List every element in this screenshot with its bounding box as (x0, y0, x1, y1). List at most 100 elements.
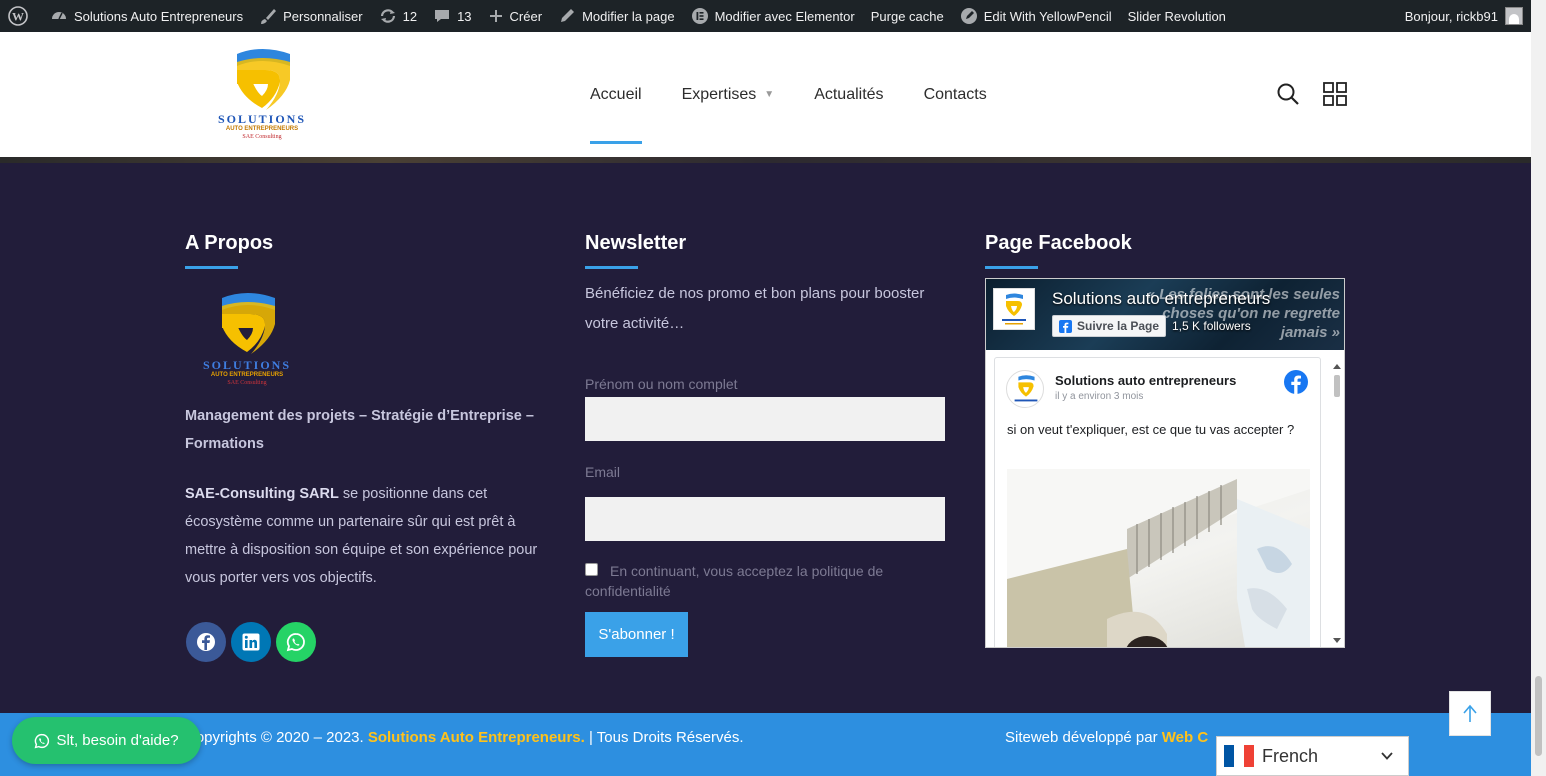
grid-menu-icon[interactable] (1323, 82, 1347, 111)
facebook-post-author[interactable]: Solutions auto entrepreneurs (1055, 373, 1236, 388)
developer-credit: Siteweb développé par Web C (1005, 729, 1208, 746)
whatsapp-chat-label: Slt, besoin d'aide? (56, 732, 179, 749)
copyright-suffix: | Tous Droits Réservés. (584, 729, 744, 746)
site-logo[interactable]: SOLUTIONS AUTO ENTREPRENEURS SAE Consult… (210, 46, 314, 146)
admin-site-name-label: Solutions Auto Entrepreneurs (74, 8, 244, 24)
admin-purge-cache[interactable]: Purge cache (863, 0, 952, 32)
comment-icon (435, 10, 450, 22)
language-selected: French (1262, 745, 1319, 766)
caret-down-icon: ▼ (764, 89, 775, 100)
page-scrollbar[interactable] (1531, 0, 1546, 776)
elementor-icon (691, 8, 708, 24)
facebook-title: Page Facebook (985, 232, 1132, 254)
logo-main-text: SOLUTIONS (217, 112, 307, 126)
facebook-post-text: si on veut t'expliquer, est ce que tu va… (1007, 422, 1295, 437)
shield-logo-icon (1002, 293, 1026, 325)
name-field[interactable] (585, 397, 945, 441)
chevron-down-icon (1381, 752, 1393, 760)
developer-prefix: Siteweb développé par (1005, 729, 1162, 746)
nav-item-contacts[interactable]: Contacts (924, 32, 987, 157)
search-icon[interactable] (1276, 82, 1300, 111)
linkedin-social-button[interactable] (231, 622, 271, 662)
whatsapp-icon (35, 733, 50, 748)
language-selector[interactable]: French (1216, 736, 1409, 776)
admin-site-name[interactable]: Solutions Auto Entrepreneurs (42, 0, 251, 32)
page-scrollbar-thumb[interactable] (1535, 676, 1542, 756)
facebook-icon (1059, 319, 1072, 333)
email-field-label: Email (585, 464, 621, 480)
about-company: SAE-Consulting SARL (185, 486, 339, 502)
facebook-page-name[interactable]: Solutions auto entrepreneurs (1052, 289, 1270, 309)
facebook-page-widget[interactable]: « Les folies sont les seules choses qu'o… (985, 278, 1345, 648)
admin-edit-elementor[interactable]: Modifier avec Elementor (683, 0, 863, 32)
facebook-icon (197, 633, 215, 651)
footer-logo-tag: SAE Consulting (227, 380, 267, 386)
admin-updates[interactable]: 12 (371, 0, 425, 32)
admin-yellowpencil[interactable]: Edit With YellowPencil (952, 0, 1120, 32)
subscribe-button[interactable]: S'abonner ! (585, 612, 688, 657)
facebook-post-avatar[interactable] (1006, 370, 1044, 408)
admin-account[interactable]: Bonjour, rickb91 (1397, 0, 1531, 32)
facebook-followers: 1,5 K followers (1172, 319, 1251, 333)
avatar (1505, 7, 1523, 25)
copyright-text: Copyrights © 2020 – 2023. Solutions Auto… (185, 729, 743, 746)
french-flag-icon (1224, 745, 1254, 767)
wordpress-logo-icon[interactable]: W (0, 0, 42, 32)
copyright-brand[interactable]: Solutions Auto Entrepreneurs. (368, 729, 585, 746)
nav-item-expertises[interactable]: Expertises ▼ (682, 32, 775, 157)
admin-slider-revolution[interactable]: Slider Revolution (1120, 0, 1234, 32)
admin-edit-elementor-label: Modifier avec Elementor (714, 8, 855, 24)
comments-count: 13 (457, 8, 472, 24)
newsletter-title-underline (585, 266, 638, 269)
facebook-widget-scrollbar[interactable] (1332, 363, 1341, 645)
about-tagline: Management des projets – Stratégie d’Ent… (185, 408, 534, 452)
yellowpencil-icon (960, 8, 977, 24)
admin-comments[interactable]: 13 (425, 0, 479, 32)
about-title-underline (185, 266, 238, 269)
nav-item-actualites[interactable]: Actualités (814, 32, 883, 157)
facebook-post: Solutions auto entrepreneurs il y a envi… (994, 357, 1321, 647)
nav-item-accueil[interactable]: Accueil (590, 32, 642, 157)
admin-new[interactable]: Créer (480, 0, 551, 32)
copyright-prefix: Copyrights © 2020 – 2023. (185, 729, 368, 746)
admin-slider-label: Slider Revolution (1127, 8, 1226, 24)
about-description: SAE-Consulting SARL se positionne dans c… (185, 480, 545, 592)
facebook-post-time[interactable]: il y a environ 3 mois (1055, 391, 1143, 402)
about-title: A Propos (185, 232, 274, 254)
admin-customize[interactable]: Personnaliser (251, 0, 371, 32)
nav-label: Contacts (923, 85, 987, 103)
developer-link[interactable]: Web C (1162, 729, 1208, 746)
svg-text:W: W (12, 10, 24, 24)
newsletter-text: Bénéficiez de nos promo et bon plans pou… (585, 285, 925, 332)
linkedin-icon (242, 633, 260, 651)
facebook-follow-label: Suivre la Page (1077, 319, 1160, 333)
admin-greeting: Bonjour, rickb91 (1404, 8, 1498, 24)
policy-checkbox[interactable] (585, 563, 598, 576)
scroll-to-top-button[interactable] (1449, 691, 1491, 736)
arrow-up-icon (1463, 704, 1477, 722)
admin-edit-page-label: Modifier la page (582, 8, 675, 24)
pencil-icon (561, 9, 575, 22)
brush-icon (261, 9, 277, 24)
main-nav: Accueil Expertises ▼ Actualités Contacts (590, 32, 1027, 157)
admin-edit-page[interactable]: Modifier la page (550, 0, 683, 32)
facebook-post-photo[interactable] (1007, 469, 1310, 647)
dashboard-icon (52, 12, 66, 20)
site-header: SOLUTIONS AUTO ENTREPRENEURS SAE Consult… (0, 32, 1531, 157)
facebook-social-button[interactable] (186, 622, 226, 662)
policy-text: En continuant, vous acceptez la politiqu… (585, 563, 884, 599)
nav-label: Actualités (814, 85, 884, 103)
email-field[interactable] (585, 497, 945, 541)
admin-purge-cache-label: Purge cache (870, 8, 944, 24)
footer-logo-sub: AUTO ENTREPRENEURS (210, 372, 284, 378)
nav-label: Accueil (590, 85, 642, 103)
facebook-follow-button[interactable]: Suivre la Page (1052, 315, 1167, 337)
facebook-logo-icon[interactable] (1284, 370, 1308, 394)
logo-sub-text: AUTO ENTREPRENEURS (225, 126, 299, 132)
admin-bar: W Solutions Auto Entrepreneurs Personnal… (0, 0, 1531, 32)
whatsapp-social-button[interactable] (276, 622, 316, 662)
plus-icon (489, 10, 502, 22)
footer-logo-main: SOLUTIONS (202, 358, 292, 372)
facebook-title-underline (985, 266, 1038, 269)
whatsapp-chat-button[interactable]: Slt, besoin d'aide? (12, 717, 201, 764)
